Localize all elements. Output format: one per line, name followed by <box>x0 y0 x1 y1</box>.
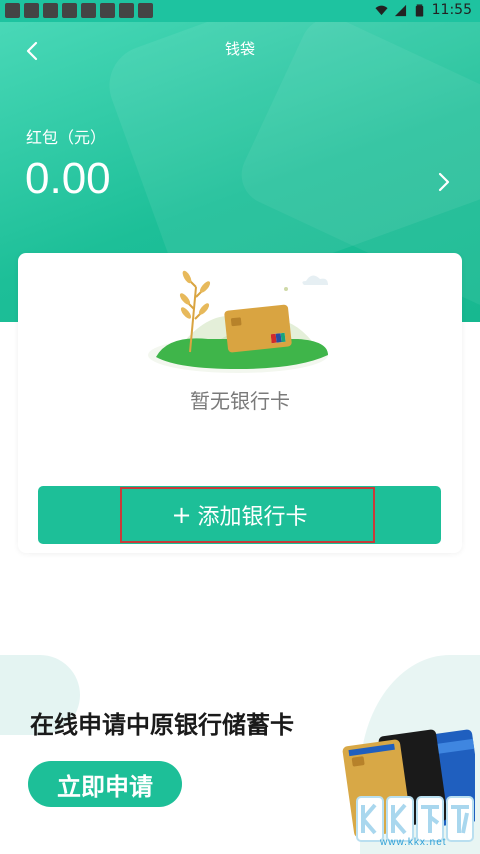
notification-icon <box>81 3 96 18</box>
page-title: 钱袋 <box>224 40 255 58</box>
highlight-box <box>120 487 375 543</box>
notification-icons <box>5 3 153 18</box>
add-bank-card-button[interactable]: + 添加银行卡 <box>38 486 441 544</box>
empty-bank-card-illustration <box>148 270 328 373</box>
battery-icon <box>415 4 423 17</box>
signal-icon <box>394 4 406 17</box>
bank-card-panel: 暂无银行卡 + 添加银行卡 <box>18 253 462 553</box>
red-packet-amount[interactable]: 0.00 <box>25 154 111 204</box>
empty-bank-card-text: 暂无银行卡 <box>190 389 290 413</box>
status-bar: 11:55 <box>0 0 480 22</box>
apply-now-button[interactable]: 立即申请 <box>28 761 182 807</box>
notification-icon <box>138 3 153 18</box>
notification-icon <box>100 3 115 18</box>
notification-icon <box>119 3 134 18</box>
wifi-icon <box>375 5 388 16</box>
promo-banner: 在线申请中原银行储蓄卡 立即申请 www.kkx.net <box>0 655 480 854</box>
red-packet-label: 红包（元） <box>26 128 107 147</box>
chevron-right-icon[interactable] <box>434 168 454 196</box>
promo-title: 在线申请中原银行储蓄卡 <box>30 711 294 739</box>
status-time: 11:55 <box>431 2 472 18</box>
notification-icon <box>62 3 77 18</box>
notification-icon <box>5 3 20 18</box>
watermark-text: www.kkx.net <box>380 837 447 848</box>
notification-icon <box>24 3 39 18</box>
notification-icon <box>43 3 58 18</box>
